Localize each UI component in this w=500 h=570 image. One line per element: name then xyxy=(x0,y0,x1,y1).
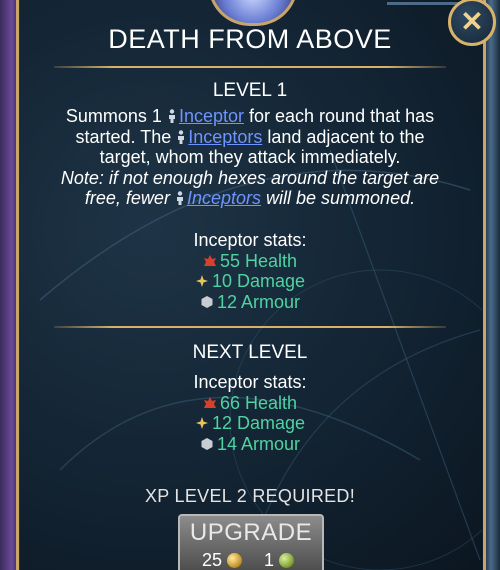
gold-coin-icon xyxy=(227,553,243,568)
inceptor-link[interactable]: Inceptor xyxy=(167,106,244,126)
inceptor-link-label: Inceptor xyxy=(178,106,244,126)
stat-damage: 12 Damage xyxy=(0,413,500,434)
next-level-heading: NEXT LEVEL xyxy=(192,342,308,363)
inceptor-unit-icon xyxy=(178,129,185,144)
green-cost: 1 xyxy=(264,550,295,570)
inceptor-unit-icon xyxy=(176,191,183,205)
health-icon xyxy=(203,396,216,408)
stats-label: Inceptor stats: xyxy=(193,230,307,250)
health-icon xyxy=(203,254,216,266)
note-line-1: Note: if not enough hexes around the tar… xyxy=(60,167,440,188)
desc-text: started. The xyxy=(75,126,172,147)
damage-icon xyxy=(195,417,208,429)
stats-label: Inceptor stats: xyxy=(193,372,307,392)
ability-description: Summons 1 Inceptor for each round that h… xyxy=(40,106,460,209)
desc-text: land adjacent to the xyxy=(267,126,425,147)
stat-health: 55 Health xyxy=(0,251,500,272)
armour-value: 12 Armour xyxy=(216,291,301,312)
armour-icon xyxy=(201,437,213,450)
armour-value: 14 Armour xyxy=(216,433,301,454)
health-value: 66 Health xyxy=(219,392,298,413)
gold-cost-value: 25 xyxy=(202,550,223,570)
green-token-icon xyxy=(279,553,295,568)
upgrade-button[interactable]: UPGRADE 25 1 xyxy=(178,514,324,570)
desc-line-2: started. The Inceptors land adjacent to … xyxy=(40,127,460,148)
inceptors-note-link-label: Inceptors xyxy=(186,188,262,208)
armour-icon xyxy=(201,295,213,308)
inceptor-unit-icon xyxy=(168,109,175,123)
stat-health: 66 Health xyxy=(0,393,500,414)
stat-armour: 14 Armour xyxy=(0,434,500,455)
damage-icon xyxy=(195,275,208,287)
current-level-heading: LEVEL 1 xyxy=(212,80,288,101)
stat-damage: 10 Damage xyxy=(0,271,500,292)
inceptors-note-link[interactable]: Inceptors xyxy=(175,188,261,208)
desc-text: Summons 1 xyxy=(65,106,162,126)
note-text: free, fewer xyxy=(84,188,170,208)
desc-line-1: Summons 1 Inceptor for each round that h… xyxy=(40,106,460,127)
divider xyxy=(54,326,446,328)
divider xyxy=(54,66,446,68)
note-line-2: free, fewer Inceptors will be summoned. xyxy=(40,188,460,209)
game-screen: ✕ DEATH FROM ABOVE LEVEL 1 Summons 1 Inc… xyxy=(0,0,500,570)
requirement-text: XP LEVEL 2 REQUIRED! xyxy=(144,486,356,506)
stat-armour: 12 Armour xyxy=(0,292,500,313)
ability-title: DEATH FROM ABOVE xyxy=(108,24,392,54)
upgrade-label: UPGRADE xyxy=(189,519,313,546)
inceptors-link[interactable]: Inceptors xyxy=(176,127,262,147)
desc-line-3: target, whom they attack immediately. xyxy=(99,147,401,167)
inceptors-link-label: Inceptors xyxy=(188,126,263,147)
current-stats: Inceptor stats: 55 Health 10 Damage 12 A… xyxy=(0,230,500,312)
damage-value: 10 Damage xyxy=(211,271,306,291)
next-stats: Inceptor stats: 66 Health 12 Damage 14 A… xyxy=(0,372,500,454)
gold-cost: 25 xyxy=(202,550,243,570)
desc-text: for each round that has xyxy=(249,106,435,126)
note-text: will be summoned. xyxy=(266,188,416,208)
green-cost-value: 1 xyxy=(264,550,275,570)
health-value: 55 Health xyxy=(219,250,298,271)
damage-value: 12 Damage xyxy=(211,413,306,433)
